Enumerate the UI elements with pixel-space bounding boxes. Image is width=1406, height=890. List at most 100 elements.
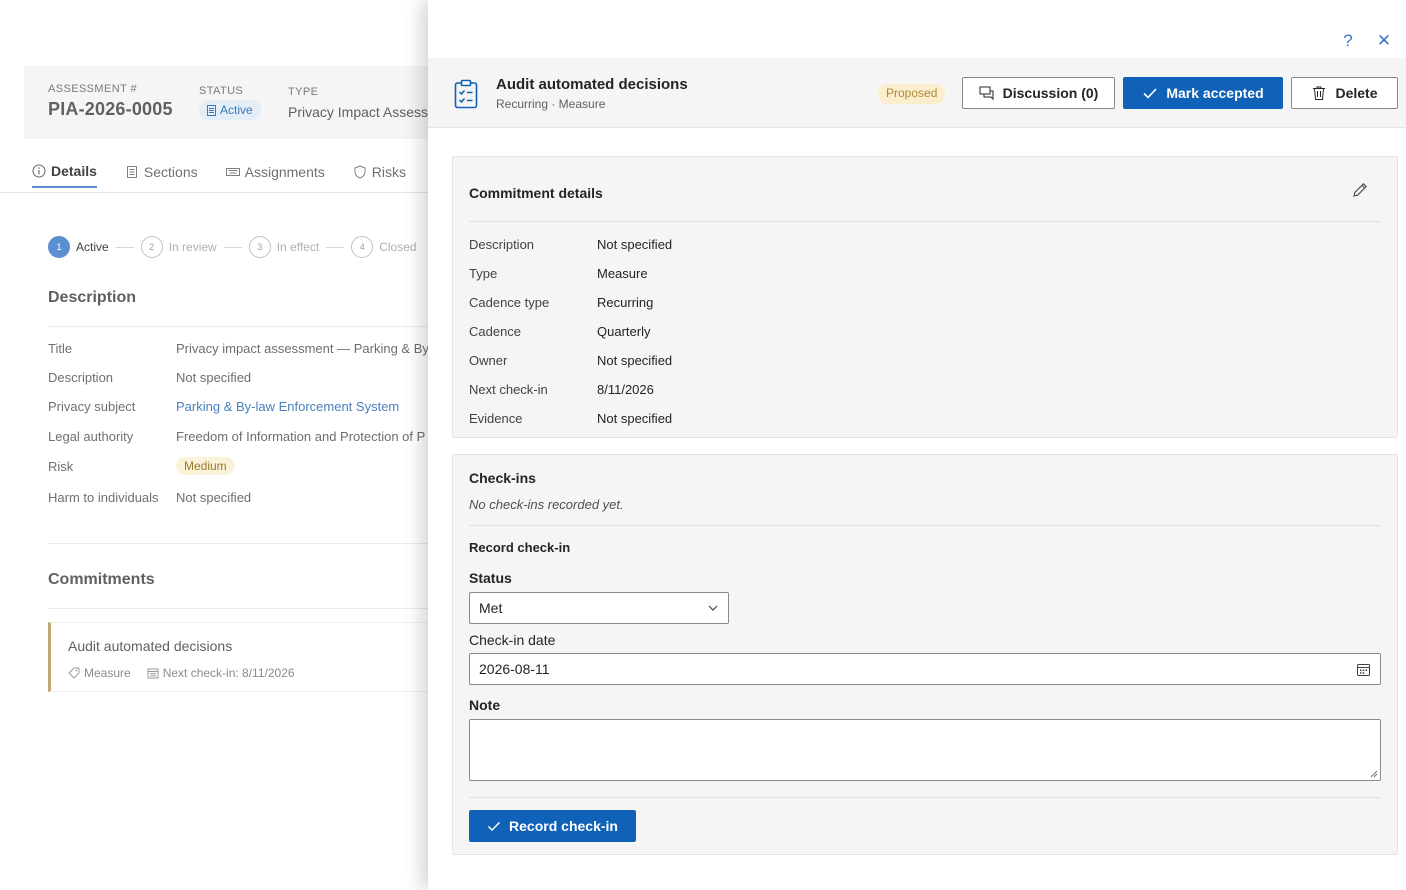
detail-value: Measure — [597, 266, 648, 281]
record-divider — [469, 797, 1381, 798]
field-key: Legal authority — [48, 429, 134, 444]
discussion-label: Discussion (0) — [1002, 85, 1099, 101]
step-active: 1 Active — [48, 236, 109, 258]
assessment-id: PIA-2026-0005 — [48, 99, 173, 119]
detail-row-cadence: Cadence Quarterly — [469, 324, 650, 339]
chat-icon — [979, 86, 994, 101]
help-icon[interactable]: ? — [1340, 31, 1356, 50]
status-field-label: Status — [469, 570, 512, 586]
detail-key: Evidence — [469, 411, 523, 426]
discussion-button[interactable]: Discussion (0) — [962, 77, 1115, 109]
field-key: Privacy subject — [48, 399, 136, 414]
commitment-details-title: Commitment details — [469, 185, 603, 201]
step-number: 3 — [248, 236, 271, 258]
privacy-subject-link[interactable]: Parking & By-law Enforcement System — [176, 399, 399, 414]
tabs-divider — [0, 192, 440, 193]
status-select[interactable]: Met — [469, 592, 729, 624]
chevron-down-icon — [708, 605, 718, 611]
delete-button[interactable]: Delete — [1291, 77, 1398, 109]
detail-key: Type — [469, 266, 498, 281]
field-risk: Risk Medium — [48, 457, 235, 475]
commitments-heading: Commitments — [48, 571, 155, 588]
drawer-subtitle: Recurring · Measure — [496, 97, 606, 111]
record-checkin-button[interactable]: Record check-in — [469, 810, 636, 842]
detail-value: Not specified — [597, 411, 673, 426]
detail-key: Next check-in — [469, 382, 548, 397]
checkins-title: Check-ins — [469, 470, 536, 486]
field-legal-authority: Legal authority Freedom of Information an… — [48, 429, 425, 444]
calendar-icon[interactable] — [1356, 662, 1371, 677]
commitment-next-checkin-label: Next check-in: 8/11/2026 — [162, 666, 295, 680]
field-value: Not specified — [176, 370, 252, 385]
note-textarea[interactable] — [469, 719, 1381, 781]
keyboard-icon — [225, 167, 240, 176]
delete-label: Delete — [1335, 85, 1378, 101]
detail-row-evidence: Evidence Not specified — [469, 411, 672, 426]
checkin-date-label: Check-in date — [469, 632, 556, 648]
drawer-top-actions: ? ✕ — [1340, 31, 1392, 50]
calendar-icon — [147, 668, 159, 679]
commitments-divider — [48, 608, 448, 609]
detail-key: Owner — [469, 353, 508, 368]
field-description: Description Not specified — [48, 370, 251, 385]
clipboard-checklist-icon — [454, 79, 478, 109]
checkins-empty-message: No check-ins recorded yet. — [469, 497, 624, 512]
field-key: Risk — [48, 459, 74, 474]
commitment-title: Audit automated decisions — [68, 638, 233, 654]
resize-grip-icon[interactable] — [1370, 770, 1378, 778]
field-key: Title — [48, 341, 73, 356]
assessment-id-block: ASSESSMENT # PIA-2026-0005 — [48, 83, 173, 120]
step-label: Active — [76, 240, 109, 254]
field-harm: Harm to individuals Not specified — [48, 490, 251, 505]
tab-risks[interactable]: Risks — [353, 155, 406, 188]
section-divider — [48, 543, 448, 544]
status-badge: Active — [199, 100, 261, 120]
document-icon — [207, 104, 216, 116]
commitment-drawer: ? ✕ Audit automated decisions Recurring … — [428, 0, 1406, 890]
tab-details[interactable]: Details — [32, 155, 97, 188]
document-icon — [126, 165, 137, 178]
step-in-effect: 3 In effect — [248, 236, 319, 258]
status-block: STATUS Active — [199, 85, 261, 121]
checkins-divider — [469, 525, 1381, 526]
mark-accepted-button[interactable]: Mark accepted — [1123, 77, 1283, 109]
details-divider — [469, 221, 1381, 222]
info-icon — [32, 163, 46, 178]
edit-icon[interactable] — [1351, 181, 1369, 199]
commitment-type: Measure — [68, 666, 131, 680]
detail-value: Recurring — [597, 295, 654, 310]
step-connector — [223, 246, 242, 248]
record-checkin-heading: Record check-in — [469, 540, 571, 555]
tab-sections[interactable]: Sections — [125, 155, 198, 188]
note-field-label: Note — [469, 697, 501, 713]
close-icon[interactable]: ✕ — [1376, 31, 1392, 50]
proposed-badge: Proposed — [878, 84, 946, 104]
commitment-card[interactable]: Audit automated decisions Measure Next c… — [48, 622, 448, 692]
detail-value: 8/11/2026 — [597, 382, 654, 397]
description-divider — [48, 326, 448, 327]
step-number: 2 — [140, 236, 163, 258]
record-checkin-label: Record check-in — [509, 818, 618, 834]
tab-assignments[interactable]: Assignments — [225, 155, 325, 188]
trash-icon — [1313, 86, 1326, 100]
type-block: TYPE Privacy Impact Assess — [288, 86, 428, 120]
detail-key: Cadence — [469, 324, 522, 339]
step-label: Closed — [379, 240, 417, 254]
detail-key: Description — [469, 237, 535, 252]
commitment-next-checkin: Next check-in: 8/11/2026 — [147, 666, 295, 680]
detail-value: Not specified — [597, 353, 673, 368]
checkin-date-input[interactable]: 2026-08-11 — [469, 653, 1381, 685]
drawer-header: Audit automated decisions Recurring · Me… — [428, 58, 1406, 128]
detail-row-cadence-type: Cadence type Recurring — [469, 295, 653, 310]
field-value: Not specified — [176, 490, 252, 505]
detail-row-owner: Owner Not specified — [469, 353, 672, 368]
assessment-label: ASSESSMENT # — [48, 83, 137, 95]
status-value: Active — [220, 103, 253, 117]
detail-key: Cadence type — [469, 295, 550, 310]
field-value: Privacy impact assessment — Parking & By… — [176, 341, 434, 356]
checkmark-icon — [488, 821, 501, 832]
type-value: Privacy Impact Assess — [288, 104, 429, 120]
field-title: Title Privacy impact assessment — Parking… — [48, 341, 433, 356]
field-privacy-subject: Privacy subject Parking & By-law Enforcem… — [48, 399, 399, 414]
step-connector — [326, 246, 345, 248]
